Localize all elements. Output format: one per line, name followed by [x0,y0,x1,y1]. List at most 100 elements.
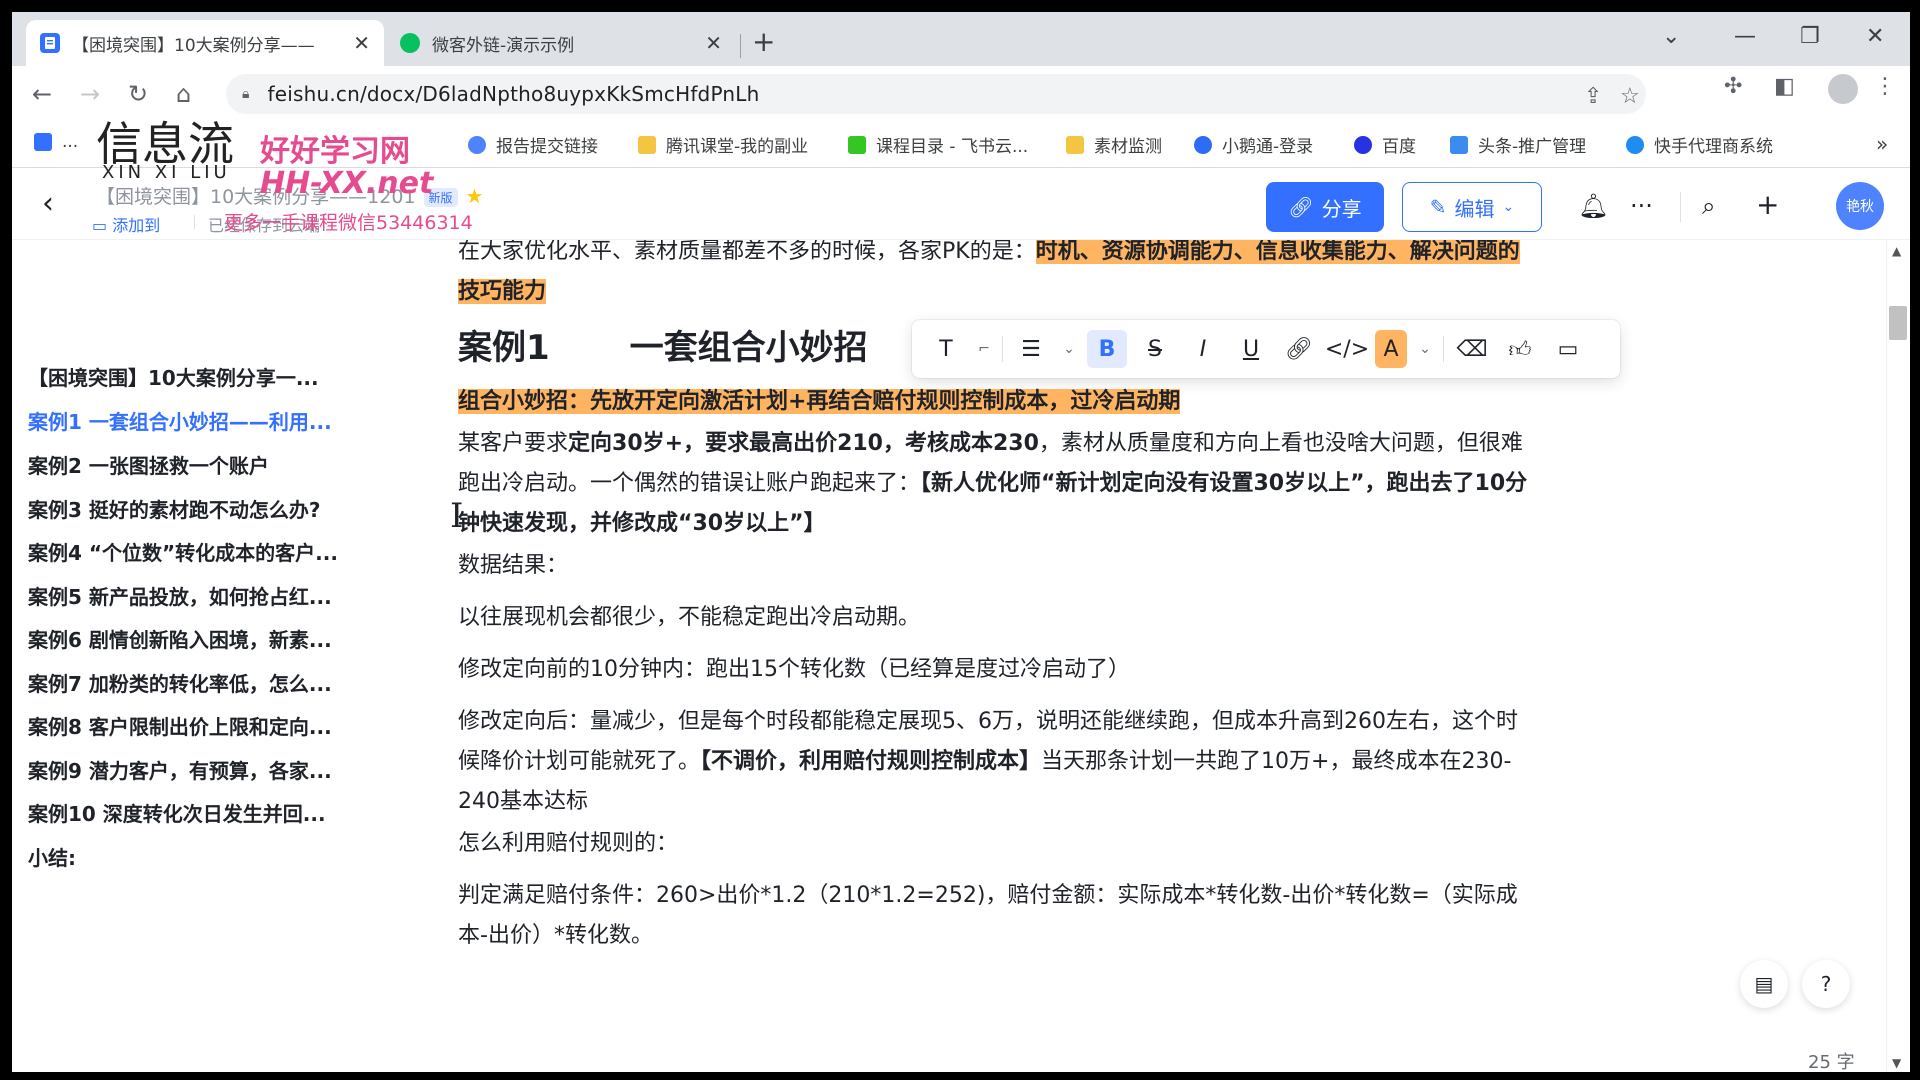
outline-item[interactable]: 案例7 加粉类的转化率低，怎么... [28,668,332,697]
strikethrough-icon[interactable]: S [1135,330,1175,368]
bold-icon[interactable]: B [1087,330,1127,368]
align-icon[interactable]: ☰ [1011,330,1051,368]
code-icon[interactable]: </> [1325,330,1369,368]
bookmark-item[interactable]: 腾讯课堂-我的副业 [638,132,808,157]
home-icon[interactable]: ⌂ [176,80,191,108]
outline-item[interactable]: 案例9 潜力客户，有预算，各家... [28,755,332,784]
bookmark-item[interactable]: 快手代理商系统 [1626,132,1773,157]
bookmark-item[interactable]: 头条-推广管理 [1450,132,1586,157]
italic-icon[interactable]: I [1183,330,1223,368]
kuaishou-icon [1626,135,1644,154]
add-to-button[interactable]: ▭ 添加到 [92,212,160,236]
restore-icon[interactable]: ❐ [1800,24,1820,49]
back-icon[interactable]: ← [32,80,52,108]
sheet-icon [848,135,866,154]
highlight-chevron-icon[interactable]: ⌄ [1415,330,1435,368]
results-paragraph[interactable]: 修改定向后：量减少，但是每个时段都能稳定展现5、6万，说明还能继续跑，但成本升高… [458,702,1538,822]
avatar[interactable]: 艳秋 [1836,182,1884,230]
outline-item[interactable]: 案例4 “个位数”转化成本的客户... [28,537,338,566]
bookmark-item[interactable]: 小鹅通-登录 [1194,132,1313,157]
bookmark-star-icon[interactable]: ☆ [1620,84,1640,109]
text-style-chevron-icon[interactable]: ⌐ [974,330,994,368]
doc-title[interactable]: 【困境突围】10大案例分享——1201 新版 ★ [96,182,483,209]
bookmark-item[interactable]: 素材监测 [1066,132,1162,157]
outline-toggle-icon[interactable]: ▤ [1740,960,1788,1008]
lock-icon[interactable]: 🔒︎ [242,86,249,102]
reload-icon[interactable]: ↻ [128,80,148,108]
extensions-icon[interactable]: ✣ [1724,74,1742,99]
menu-dots-icon[interactable]: ⋮ [1874,74,1896,99]
outline-item[interactable]: 小结: [28,842,76,871]
scrollbar[interactable] [1886,240,1910,1072]
link-icon[interactable]: 🔗︎ [1279,330,1319,368]
back-chevron-icon[interactable]: ‹ [42,186,54,221]
outline-item-active[interactable]: 案例1 一套组合小妙招——利用... [28,406,332,435]
outline-item[interactable]: 案例5 新产品投放，如何抢占红... [28,581,332,610]
address-bar[interactable]: 🔒︎ feishu.cn/docx/D6ladNptho8uypxKkSmcHf… [226,74,1646,114]
rule-label[interactable]: 怎么利用赔付规则的： [458,824,1538,864]
bell-icon[interactable]: 🔔︎ [1578,192,1608,220]
rule-paragraph[interactable]: 判定满足赔付条件：260>出价*1.2（210*1.2=252)，赔付金额：实际… [458,876,1538,956]
scroll-down-icon[interactable]: ▼ [1892,1056,1901,1070]
word-count: 25 字 [1808,1052,1855,1072]
outline-item[interactable]: 【困境突围】10大案例分享一... [28,362,319,391]
text-style-icon[interactable]: T [926,330,966,368]
forward-icon[interactable]: → [80,80,100,108]
align-chevron-icon[interactable]: ⌄ [1059,330,1079,368]
doc-header: ‹ 【困境突围】10大案例分享——1201 新版 ★ ▭ 添加到 已经保存到云端 🔗… [12,168,1910,240]
help-icon[interactable]: ? [1802,960,1850,1008]
doc-content[interactable]: 在大家优化水平、素材质量都差不多的时候，各家PK的是：时机、资源协调能力、信息收… [412,240,1882,1072]
bookmark-item[interactable]: 报告提交链接 [468,132,598,157]
outline-item[interactable]: 案例3 挺好的素材跑不动怎么办? [28,494,320,523]
share-page-icon[interactable]: ⇪ [1584,84,1602,109]
tab-search-chevron-icon[interactable]: ⌄ [1662,24,1680,49]
scrollbar-thumb[interactable] [1889,306,1907,340]
side-panel-icon[interactable]: ◧ [1774,74,1795,99]
tab-feishu-doc[interactable]: 【困境突围】10大案例分享—— ✕ [26,20,384,66]
star-icon[interactable]: ★ [466,184,484,208]
intro-paragraph[interactable]: 在大家优化水平、素材质量都差不多的时候，各家PK的是：时机、资源协调能力、信息收… [458,240,1538,312]
clear-format-icon[interactable]: ⌫ [1452,330,1492,368]
thumbs-up-icon[interactable]: 👍︎ [1500,330,1540,368]
bookmarks-more-icon[interactable]: » [1876,132,1888,156]
bookmark-item[interactable]: ... [34,132,78,152]
results-paragraph[interactable]: 修改定向前的10分钟内：跑出15个转化数（已经算是度过冷启动了） [458,650,1538,690]
search-icon[interactable]: ⌕ [1702,192,1715,220]
underline-icon[interactable]: U [1231,330,1271,368]
case-heading[interactable]: 案例1 一套组合小妙招 [458,320,868,369]
results-paragraph[interactable]: 以往展现机会都很少，不能稳定跑出冷启动期。 [458,598,1538,638]
close-tab-icon[interactable]: ✕ [705,31,722,55]
xiaoe-icon [1194,135,1212,154]
case-paragraph[interactable]: 某客户要求定向30岁+，要求最高出价210，考核成本230，素材从质量度和方向上… [458,424,1538,544]
add-icon[interactable]: + [1756,188,1779,221]
pencil-icon: ✎ [1429,195,1447,219]
comment-icon[interactable]: ▭ [1548,330,1588,368]
tab-divider [740,34,741,58]
highlight-color-icon[interactable]: A [1375,330,1407,368]
results-label[interactable]: 数据结果： [458,546,1538,586]
outline-item[interactable]: 案例10 深度转化次日发生并回... [28,798,326,827]
outline-item[interactable]: 案例8 客户限制出价上限和定向... [28,711,332,740]
scroll-up-icon[interactable]: ▲ [1892,244,1901,258]
toolbar-divider [1443,336,1444,362]
close-window-icon[interactable]: ✕ [1866,24,1884,49]
chevron-down-icon: ⌄ [1502,199,1515,215]
edit-button[interactable]: ✎ 编辑 ⌄ [1402,182,1542,232]
tab-wechat-demo[interactable]: 微客外链-演示示例 ✕ [386,20,736,66]
bookmark-item[interactable]: 课程目录 - 飞书云... [848,132,1028,157]
doc-outline: 【困境突围】10大案例分享一... 案例1 一套组合小妙招——利用... 案例2… [12,240,412,1072]
more-icon[interactable]: ··· [1630,192,1653,220]
outline-item[interactable]: 案例2 一张图拯救一个账户 [28,450,269,479]
outline-item[interactable]: 案例6 剧情创新陷入困境，新素... [28,624,332,653]
save-status: 已经保存到云端 [193,212,320,236]
highlighted-text: 组合小妙招：先放开定向激活计划+再结合赔付规则控制成本，过冷启动期 [458,389,1181,414]
minimize-icon[interactable]: — [1734,24,1756,49]
link-icon: 🔗︎ [1288,195,1314,219]
close-tab-icon[interactable]: ✕ [353,31,370,55]
folder-icon [1066,135,1084,154]
profile-icon[interactable] [1828,74,1858,104]
new-tab-icon[interactable]: + [752,28,775,56]
share-button[interactable]: 🔗︎ 分享 [1266,182,1384,232]
bookmark-item[interactable]: 百度 [1354,132,1416,157]
combo-paragraph[interactable]: 组合小妙招：先放开定向激活计划+再结合赔付规则控制成本，过冷启动期 [458,382,1538,422]
